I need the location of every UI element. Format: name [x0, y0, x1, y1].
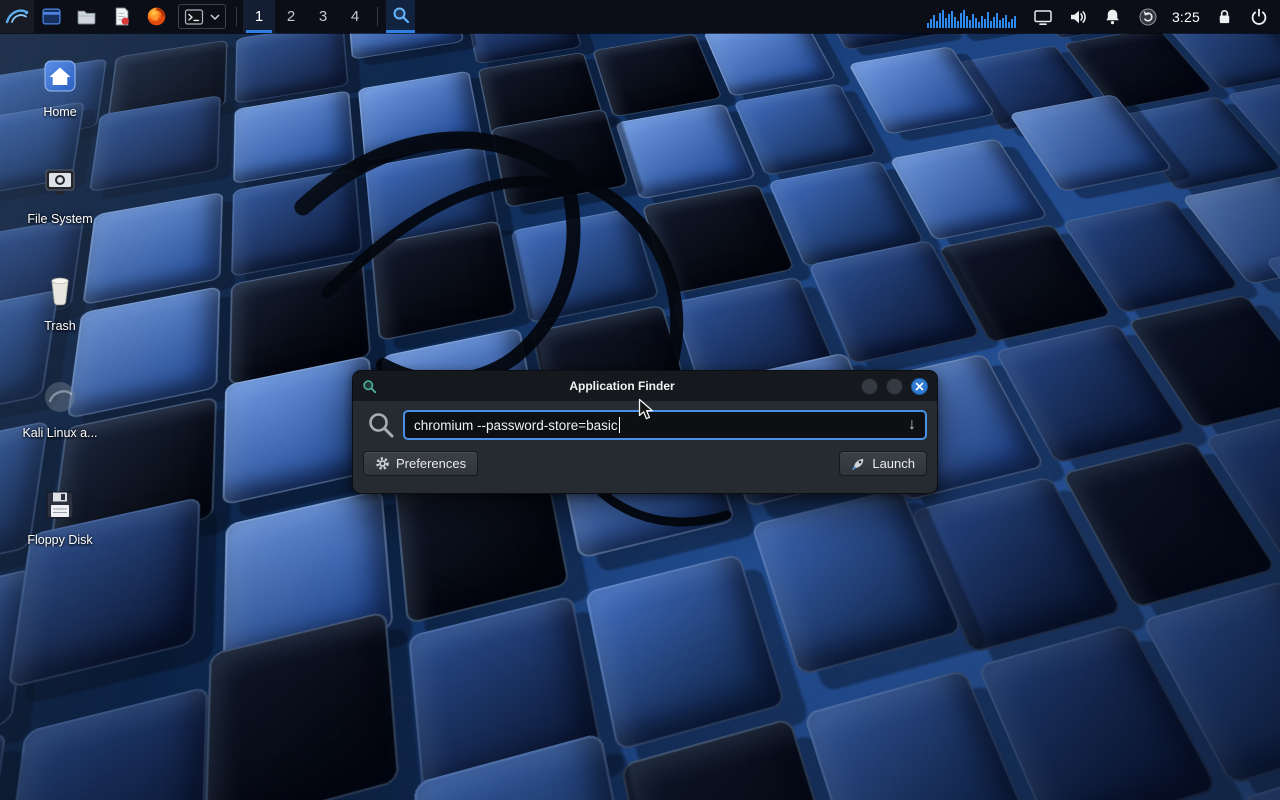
cube — [231, 169, 363, 278]
tray-updates-icon[interactable] — [1137, 0, 1159, 33]
home-icon — [42, 58, 78, 94]
tray-lock-icon[interactable] — [1213, 0, 1235, 33]
history-arrow-icon[interactable]: ↓ — [902, 417, 916, 433]
cube — [511, 208, 661, 324]
kali-logo-icon — [4, 4, 30, 30]
search-icon — [392, 6, 410, 24]
chevron-down-icon — [210, 13, 220, 21]
workspace-1[interactable]: 1 — [243, 0, 275, 33]
minimize-button[interactable] — [861, 378, 878, 395]
trash-icon — [43, 272, 77, 308]
finder-body: chromium --password-store=basic ↓ Prefer… — [353, 401, 937, 476]
clock[interactable]: 3:25 — [1172, 9, 1200, 25]
text-caret — [619, 417, 620, 433]
window-icon — [41, 6, 62, 27]
panel-left: 1 2 3 4 — [0, 0, 415, 33]
launch-button[interactable]: Launch — [839, 451, 927, 476]
launcher-file-manager[interactable] — [69, 0, 104, 33]
terminal-icon — [184, 7, 204, 27]
launcher-window-manager[interactable] — [34, 0, 69, 33]
workspace-switcher: 1 2 3 4 — [243, 0, 371, 33]
workspace-2[interactable]: 2 — [275, 0, 307, 33]
panel-separator — [236, 7, 237, 26]
launcher-terminal[interactable] — [181, 5, 207, 28]
floppy-disk-icon — [43, 488, 77, 522]
preferences-label: Preferences — [396, 456, 466, 471]
audio-spectrum — [927, 6, 1019, 28]
tray-power-icon[interactable] — [1248, 0, 1270, 33]
desktop-icon-label: Floppy Disk — [27, 533, 92, 547]
cube — [358, 71, 482, 161]
window-search-icon — [362, 379, 377, 394]
search-row: chromium --password-store=basic ↓ — [363, 410, 927, 440]
desktop-icon-label: Trash — [44, 319, 76, 333]
gear-icon — [375, 456, 390, 471]
application-finder-window: Application Finder chromium --password-s… — [352, 370, 938, 494]
launcher-text-editor[interactable] — [104, 0, 139, 33]
tray-notifications-bell-icon[interactable] — [1102, 0, 1124, 33]
terminal-dropdown-button[interactable] — [207, 13, 223, 21]
folder-icon — [76, 6, 97, 27]
desktop-icon-label: File System — [27, 212, 92, 226]
cube — [0, 686, 208, 800]
panel-right: 3:25 — [927, 0, 1280, 33]
search-icon — [367, 411, 395, 439]
button-row: Preferences Launch — [363, 451, 927, 476]
command-input[interactable]: chromium --password-store=basic ↓ — [403, 410, 927, 440]
launch-icon — [851, 456, 866, 471]
launcher-firefox[interactable] — [139, 0, 174, 33]
window-controls — [861, 378, 928, 395]
tray-volume-icon[interactable] — [1067, 0, 1089, 33]
kali-menu-button[interactable] — [0, 0, 34, 33]
cube — [734, 83, 878, 176]
desktop-icon-file-system[interactable]: File System — [12, 161, 108, 268]
window-title: Application Finder — [383, 371, 861, 401]
terminal-launcher-group — [178, 4, 226, 29]
command-text: chromium --password-store=basic — [414, 418, 618, 433]
cube — [235, 22, 349, 104]
desktop-icon-floppy-disk[interactable]: Floppy Disk — [12, 482, 108, 589]
desktop-icon-kali-docs[interactable]: Kali Linux a... — [12, 375, 108, 482]
maximize-button[interactable] — [886, 378, 903, 395]
panel-separator — [377, 7, 378, 26]
desktop-icon-label: Home — [43, 105, 76, 119]
cube — [585, 553, 787, 751]
taskbar-application-finder[interactable] — [386, 0, 415, 33]
desktop-icon-home[interactable]: Home — [12, 54, 108, 161]
cube — [233, 90, 356, 184]
close-icon — [915, 382, 924, 391]
document-icon — [111, 6, 132, 27]
desktop-icon-column: Home File System Trash — [12, 54, 108, 589]
cube — [0, 731, 7, 800]
workspace-4[interactable]: 4 — [339, 0, 371, 33]
titlebar[interactable]: Application Finder — [353, 371, 937, 401]
close-button[interactable] — [911, 378, 928, 395]
top-panel: 1 2 3 4 — [0, 0, 1280, 33]
cube — [616, 103, 757, 199]
desktop-icon-trash[interactable]: Trash — [12, 268, 108, 375]
launch-label: Launch — [872, 456, 915, 471]
firefox-icon — [146, 6, 167, 27]
file-system-icon — [42, 165, 78, 201]
cube — [593, 33, 724, 117]
kali-dimmed-icon — [42, 379, 78, 415]
workspace-3[interactable]: 3 — [307, 0, 339, 33]
cube — [642, 184, 796, 296]
preferences-button[interactable]: Preferences — [363, 451, 478, 476]
desktop-icon-label: Kali Linux a... — [22, 426, 97, 440]
tray-display-icon[interactable] — [1032, 0, 1054, 33]
